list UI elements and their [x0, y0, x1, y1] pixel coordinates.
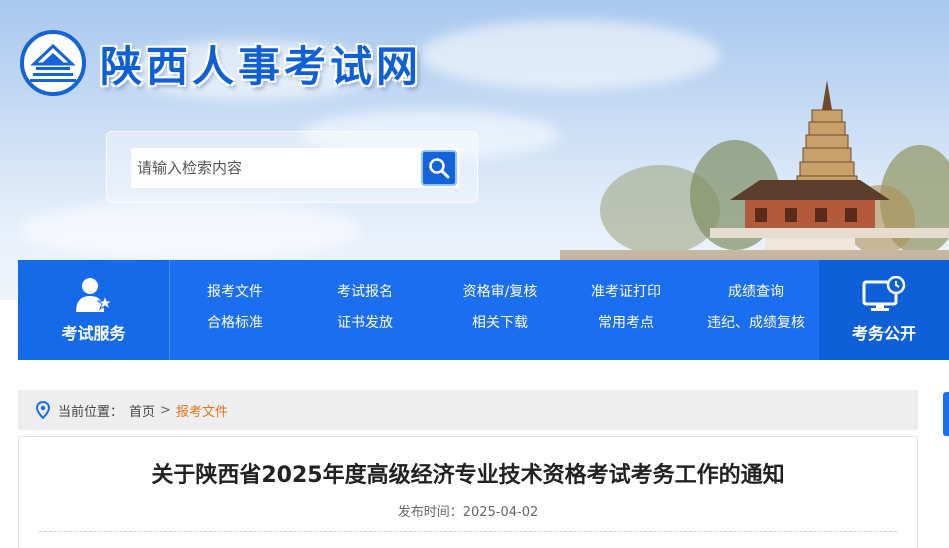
article-panel: 关于陕西省2025年度高级经济专业技术资格考试考务工作的通知 发布时间：2025… — [18, 436, 918, 548]
nav-link-application-files[interactable]: 报考文件 — [203, 282, 267, 313]
exam-service-label: 考试服务 — [61, 324, 126, 343]
exam-service-button[interactable]: 考试服务 — [18, 260, 170, 360]
user-star-icon — [75, 278, 113, 312]
site-title: 陕西人事考试网 — [100, 41, 423, 91]
nav-column: 成绩查询 违纪、成绩复核 — [698, 282, 814, 344]
nav-column: 考试报名 证书发放 — [333, 282, 397, 344]
side-float-tab[interactable] — [943, 392, 949, 436]
breadcrumb-current-link[interactable]: 报考文件 — [176, 401, 228, 420]
search-box — [131, 148, 459, 188]
breadcrumb-prefix: 当前位置： — [58, 404, 124, 420]
search-panel — [106, 131, 478, 203]
building-emblem-icon — [20, 30, 86, 96]
exam-affairs-label: 考务公开 — [851, 324, 916, 343]
date-value: 2025-04-02 — [462, 505, 539, 520]
cloud-decoration — [20, 200, 360, 260]
nav-column: 资格审/复核 相关下载 — [455, 282, 545, 344]
nav-link-score-review[interactable]: 违纪、成绩复核 — [698, 313, 814, 344]
nav-link-score-query[interactable]: 成绩查询 — [698, 282, 814, 313]
divider — [39, 531, 897, 532]
header-banner: 陕西人事考试网 — [0, 0, 949, 300]
monitor-clock-icon — [862, 276, 906, 311]
breadcrumb: 当前位置： 首页 > 报考文件 — [18, 390, 918, 430]
nav-link-registration[interactable]: 考试报名 — [333, 282, 397, 313]
date-label: 发布时间： — [397, 505, 463, 520]
nav-column: 报考文件 合格标准 — [203, 282, 267, 344]
nav-link-certificates[interactable]: 证书发放 — [333, 313, 397, 344]
breadcrumb-home-link[interactable]: 首页 — [129, 401, 155, 420]
nav-link-qualification-review[interactable]: 资格审/复核 — [455, 282, 545, 313]
nav-link-admit-card[interactable]: 准考证打印 — [581, 282, 671, 313]
location-pin-icon — [36, 401, 50, 419]
main-nav: 考试服务 报考文件 合格标准 考试报名 证书发放 资格审/复核 相关下载 准考证… — [18, 260, 949, 360]
article-date: 发布时间：2025-04-02 — [19, 501, 917, 520]
nav-column: 准考证打印 常用考点 — [581, 282, 671, 344]
exam-affairs-button[interactable]: 考务公开 — [819, 260, 949, 360]
nav-link-downloads[interactable]: 相关下载 — [455, 313, 545, 344]
breadcrumb-separator: > — [160, 402, 171, 418]
article-title: 关于陕西省2025年度高级经济专业技术资格考试考务工作的通知 — [151, 463, 785, 488]
site-logo[interactable]: 陕西人事考试网 — [20, 30, 422, 96]
nav-link-test-centers[interactable]: 常用考点 — [581, 313, 671, 344]
search-button[interactable] — [421, 150, 457, 186]
search-input[interactable] — [137, 152, 417, 184]
search-icon — [429, 158, 450, 179]
nav-link-pass-standards[interactable]: 合格标准 — [203, 313, 267, 344]
nav-links: 报考文件 合格标准 考试报名 证书发放 资格审/复核 相关下载 准考证打印 常用… — [170, 260, 819, 360]
